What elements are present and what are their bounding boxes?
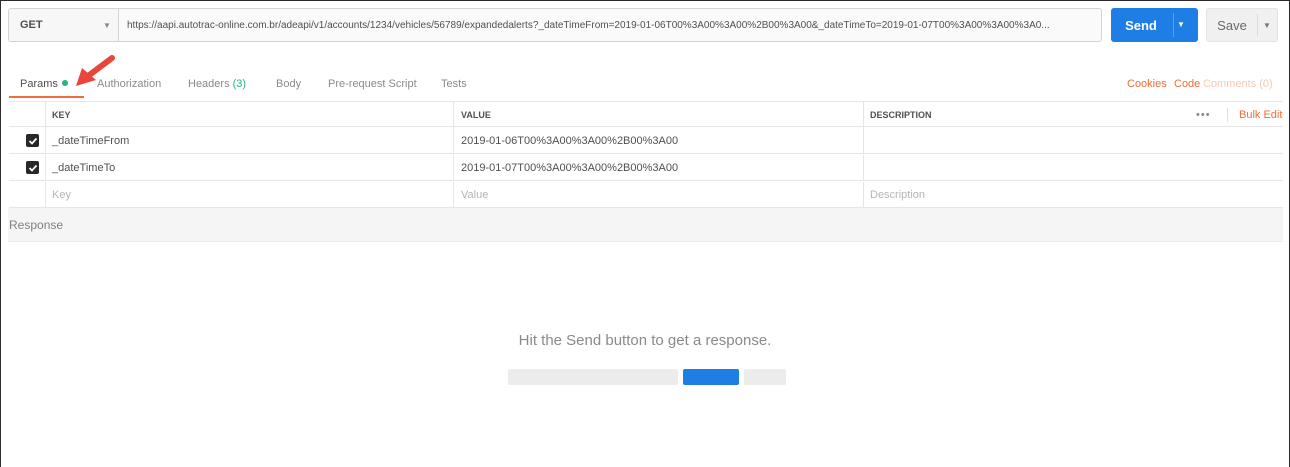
checkmark-icon — [28, 137, 37, 145]
bulk-edit-divider — [1227, 108, 1228, 122]
row-checkbox[interactable] — [26, 134, 39, 147]
chevron-down-icon: ▼ — [103, 21, 111, 30]
response-header: Response — [8, 208, 1283, 242]
tab-tests[interactable]: Tests — [441, 78, 467, 90]
row-checkbox[interactable] — [26, 161, 39, 174]
column-divider — [45, 155, 46, 181]
params-active-dot-icon — [61, 80, 68, 87]
column-divider — [863, 128, 864, 154]
new-key-input[interactable]: Key — [52, 182, 71, 208]
column-divider — [863, 155, 864, 181]
column-divider — [453, 182, 454, 208]
column-divider — [45, 182, 46, 208]
send-button[interactable]: Send ▼ — [1111, 8, 1198, 42]
column-header-key: KEY — [52, 110, 71, 120]
method-label: GET — [20, 19, 43, 31]
column-header-description: DESCRIPTION — [870, 110, 932, 120]
tab-headers-label: Headers — [188, 78, 230, 90]
column-divider — [863, 102, 864, 128]
new-description-input[interactable]: Description — [870, 182, 925, 208]
send-dropdown-icon[interactable]: ▼ — [1177, 20, 1185, 29]
tab-pre-request-script[interactable]: Pre-request Script — [328, 78, 417, 90]
table-row: _dateTimeTo 2019-01-07T00%3A00%3A00%2B00… — [9, 155, 1283, 181]
method-select[interactable]: GET ▼ — [8, 8, 118, 42]
save-button[interactable]: Save ▼ — [1206, 8, 1278, 42]
save-dropdown-icon[interactable]: ▼ — [1263, 21, 1271, 30]
param-key-cell[interactable]: _dateTimeTo — [52, 155, 115, 181]
column-divider — [45, 102, 46, 128]
url-input[interactable]: https://aapi.autotrac-online.com.br/adea… — [118, 8, 1102, 42]
placeholder-bar-send — [683, 369, 739, 385]
new-value-input[interactable]: Value — [461, 182, 488, 208]
table-row-new: Key Value Description — [9, 182, 1283, 208]
headers-count-badge: (3) — [232, 78, 247, 90]
checkmark-icon — [28, 164, 37, 172]
send-divider — [1173, 13, 1174, 37]
column-header-value: VALUE — [461, 110, 491, 120]
column-divider — [453, 128, 454, 154]
bulk-edit-link[interactable]: Bulk Edit — [1239, 102, 1282, 128]
column-divider — [45, 128, 46, 154]
placeholder-bar-url — [508, 369, 678, 385]
more-options-icon[interactable]: ••• — [1196, 102, 1211, 128]
empty-response-hint: Hit the Send button to get a response. — [518, 332, 772, 349]
code-link[interactable]: Code — [1174, 78, 1200, 90]
table-header-row: KEY VALUE DESCRIPTION ••• Bulk Edit — [9, 101, 1283, 128]
tab-params-label: Params — [20, 78, 58, 90]
send-label: Send — [1125, 17, 1157, 33]
table-row: _dateTimeFrom 2019-01-06T00%3A00%3A00%2B… — [9, 128, 1283, 154]
annotation-arrow-icon — [76, 55, 115, 86]
save-divider — [1257, 14, 1258, 36]
tab-body[interactable]: Body — [276, 78, 301, 90]
placeholder-bar-save — [744, 369, 786, 385]
active-tab-underline — [9, 96, 84, 98]
tab-headers[interactable]: Headers (3) — [188, 78, 246, 90]
tab-params[interactable]: Params — [20, 78, 68, 90]
response-title: Response — [9, 217, 64, 232]
column-divider — [453, 102, 454, 128]
column-divider — [863, 182, 864, 208]
param-value-cell[interactable]: 2019-01-07T00%3A00%3A00%2B00%3A00 — [461, 155, 678, 181]
column-divider — [453, 155, 454, 181]
param-key-cell[interactable]: _dateTimeFrom — [52, 128, 129, 154]
param-value-cell[interactable]: 2019-01-06T00%3A00%3A00%2B00%3A00 — [461, 128, 678, 154]
cookies-link[interactable]: Cookies — [1127, 78, 1167, 90]
comments-link[interactable]: Comments (0) — [1203, 78, 1273, 90]
save-label: Save — [1217, 17, 1247, 33]
